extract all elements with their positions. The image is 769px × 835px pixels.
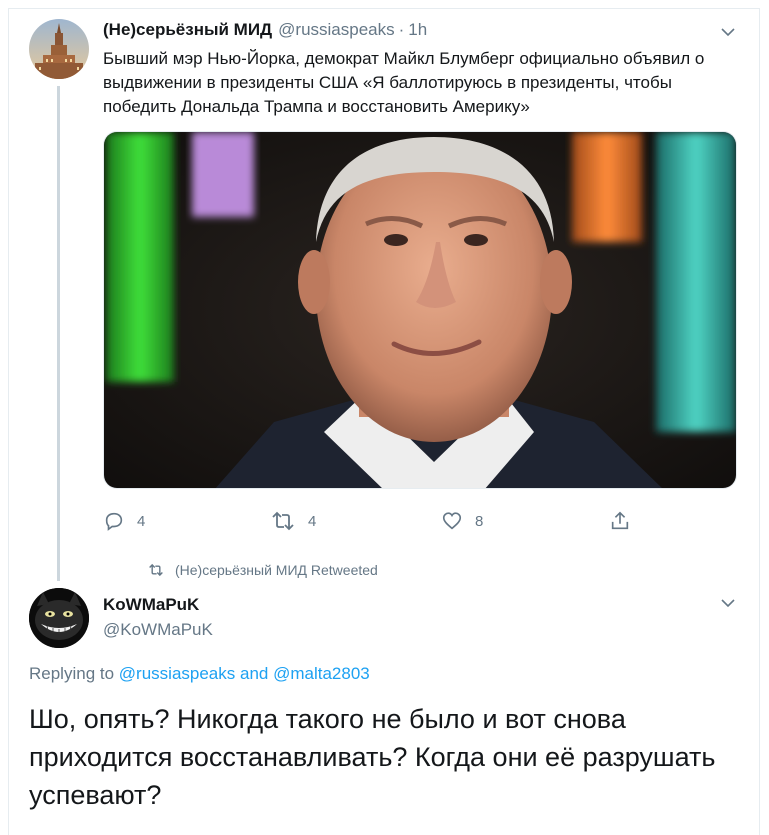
replying-prefix: Replying to	[29, 664, 115, 683]
tweet-time[interactable]: 1h	[408, 20, 427, 39]
avatar[interactable]	[29, 19, 89, 79]
chevron-down-icon[interactable]	[721, 27, 735, 37]
reply-icon	[105, 512, 123, 531]
mid-building-avatar-image	[29, 19, 89, 79]
separator: ·	[398, 20, 405, 39]
tweet-photo[interactable]	[103, 131, 737, 489]
author-handle[interactable]: @russiaspeaks	[278, 20, 394, 39]
mention-link[interactable]: @malta2803	[273, 664, 370, 683]
tweet-text: Бывший мэр Нью-Йорка, демократ Майкл Блу…	[103, 49, 705, 116]
tweet-header: (Не)серьёзный МИД @russiaspeaks · 1h	[103, 20, 427, 40]
like-count: 8	[475, 512, 484, 530]
retweet-icon	[149, 563, 163, 577]
retweet-action[interactable]: 4	[270, 508, 316, 534]
author-handle[interactable]: @KoWMaPuK	[103, 620, 213, 640]
avatar[interactable]	[29, 588, 89, 648]
retweet-count: 4	[308, 512, 317, 530]
retweeted-label: (Не)серьёзный МИД Retweeted	[175, 562, 378, 578]
share-action[interactable]	[609, 508, 631, 534]
reply-count: 4	[137, 512, 146, 530]
share-icon	[611, 511, 629, 530]
mention-link[interactable]: @russiaspeaks	[119, 664, 235, 683]
photo-of-michael-bloomberg	[104, 132, 736, 488]
author-name[interactable]: KoWMaPuK	[103, 595, 199, 615]
reply-action[interactable]: 4	[103, 508, 145, 534]
like-action[interactable]: 8	[441, 508, 483, 534]
reply-text: Шо, опять? Никогда такого не было и вот …	[29, 704, 716, 810]
replying-and[interactable]: and	[240, 664, 268, 683]
replying-to: Replying to @russiaspeaks and @malta2803	[29, 664, 370, 684]
retweeted-indicator[interactable]: (Не)серьёзный МИД Retweeted	[147, 562, 378, 578]
retweet-icon	[272, 511, 294, 531]
thread-line	[57, 86, 60, 581]
cheshire-cat-avatar-image	[29, 588, 89, 648]
author-name[interactable]: (Не)серьёзный МИД	[103, 20, 272, 39]
heart-icon	[442, 512, 462, 530]
chevron-down-icon[interactable]	[721, 598, 735, 608]
